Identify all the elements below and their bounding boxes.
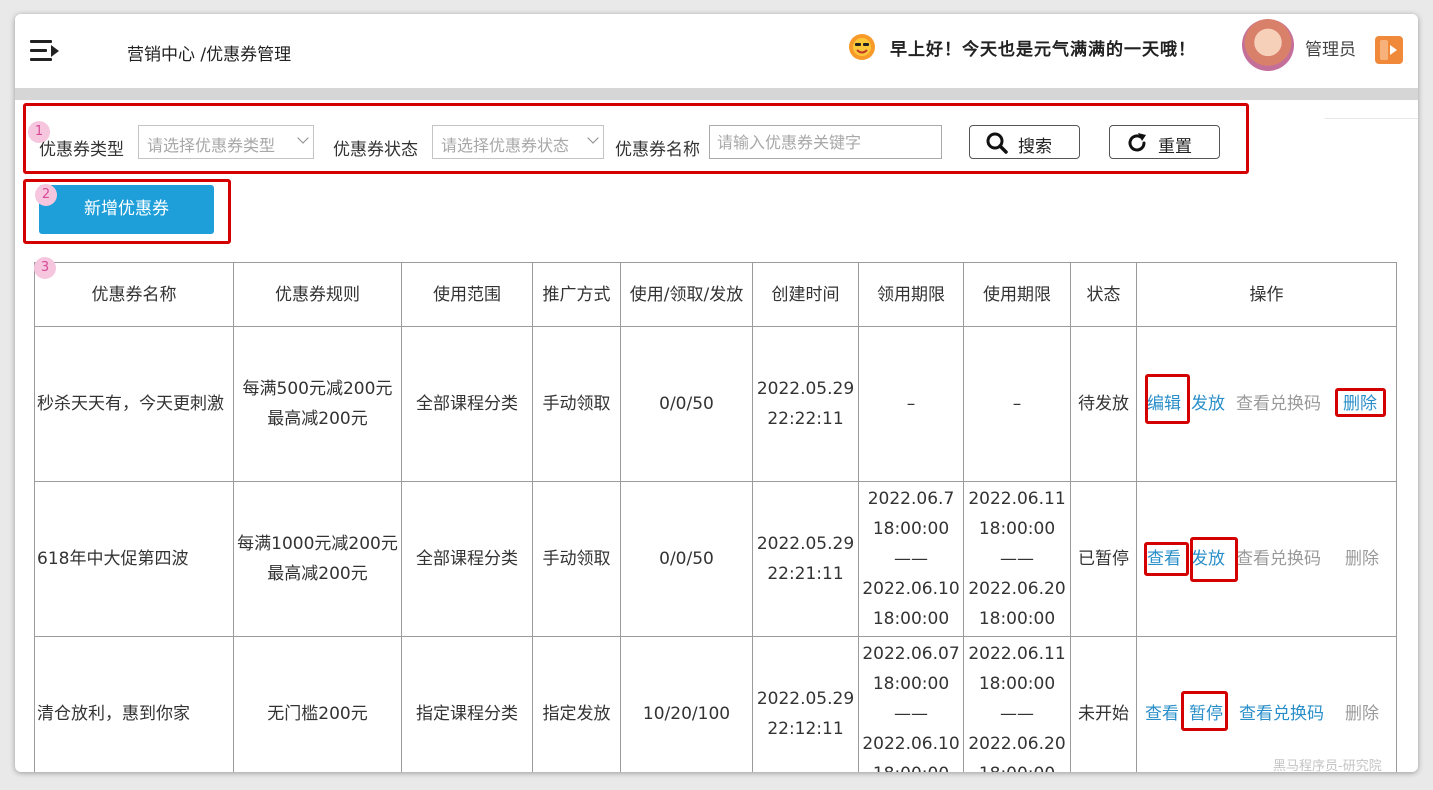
use-period-cell: 2022.06.11 18:00:00 —— 2022.06.20 18:00:… bbox=[963, 636, 1071, 772]
highlight-box-filters bbox=[23, 103, 1249, 174]
highlight-box-pause bbox=[1181, 691, 1228, 731]
watermark: 黑马程序员-研究院 bbox=[1273, 759, 1382, 774]
table-row: 秒杀天天有，今天更刺激 每满500元减200元 最高减200元 全部课程分类 手动… bbox=[34, 326, 1397, 482]
view-redeem-codes-link[interactable]: 查看兑换码 bbox=[1239, 699, 1324, 729]
coupon-rule-cell: 无门槛200元 bbox=[233, 636, 402, 772]
period-line: 18:00:00 bbox=[965, 759, 1070, 772]
delete-link[interactable]: 删除 bbox=[1345, 544, 1379, 574]
created-date: 2022.05.29 bbox=[756, 689, 855, 709]
rule-line: 每满500元减200元 bbox=[242, 379, 393, 399]
created-time: 22:21:11 bbox=[767, 564, 844, 584]
method-cell: 手动领取 bbox=[532, 481, 621, 637]
period-line: 2022.06.10 bbox=[862, 579, 960, 599]
claim-period-cell: 2022.06.7 18:00:00 —— 2022.06.10 18:00:0… bbox=[858, 481, 964, 637]
highlight-box-view bbox=[1144, 542, 1189, 576]
actions-cell: 查看 暂停 查看兑换码 删除 bbox=[1136, 636, 1397, 772]
period-line: 2022.06.20 bbox=[968, 734, 1066, 754]
created-cell: 2022.05.29 22:22:11 bbox=[752, 326, 859, 482]
created-date: 2022.05.29 bbox=[756, 379, 855, 399]
rule-line: 每满1000元减200元 bbox=[237, 534, 398, 554]
counts-cell: 10/20/100 bbox=[620, 636, 753, 772]
step-marker: 1 bbox=[28, 121, 50, 143]
issue-link[interactable]: 发放 bbox=[1191, 389, 1225, 419]
column-header: 优惠券名称 bbox=[34, 262, 234, 327]
period-line: 2022.06.20 bbox=[968, 579, 1066, 599]
period-line: 18:00:00 bbox=[978, 674, 1056, 694]
column-header: 使用期限 bbox=[963, 262, 1071, 327]
period-line: —— bbox=[1000, 704, 1034, 724]
method-cell: 指定发放 bbox=[532, 636, 621, 772]
method-cell: 手动领取 bbox=[532, 326, 621, 482]
created-cell: 2022.05.29 22:12:11 bbox=[752, 636, 859, 772]
coupon-name-cell: 清仓放利，惠到你家 bbox=[34, 636, 234, 772]
period-line: 18:00:00 bbox=[872, 609, 950, 629]
status-cell: 已暂停 bbox=[1070, 481, 1137, 637]
coupon-rule-cell: 每满1000元减200元 最高减200元 bbox=[233, 481, 402, 637]
coupon-rule-cell: 每满500元减200元 最高减200元 bbox=[233, 326, 402, 482]
column-header: 使用范围 bbox=[401, 262, 533, 327]
delete-link[interactable]: 删除 bbox=[1345, 699, 1379, 729]
breadcrumb: 营销中心 /优惠券管理 bbox=[127, 45, 292, 65]
column-header: 创建时间 bbox=[752, 262, 859, 327]
claim-period-cell: – bbox=[858, 326, 964, 482]
view-link[interactable]: 查看 bbox=[1145, 699, 1179, 729]
step-marker: 2 bbox=[35, 184, 57, 206]
counts-cell: 0/0/50 bbox=[620, 481, 753, 637]
greeting-text: 早上好！今天也是元气满满的一天哦！ bbox=[890, 40, 1196, 60]
scope-cell: 全部课程分类 bbox=[401, 326, 533, 482]
menu-toggle-icon[interactable] bbox=[30, 40, 60, 62]
scope-cell: 指定课程分类 bbox=[401, 636, 533, 772]
column-header: 操作 bbox=[1136, 262, 1397, 327]
period-line: 2022.06.7 bbox=[867, 489, 955, 509]
top-bar: 营销中心 /优惠券管理 早上好！今天也是元气满满的一天哦！ 管理员 bbox=[15, 14, 1418, 88]
status-cell: 待发放 bbox=[1070, 326, 1137, 482]
coupon-name-cell: 秒杀天天有，今天更刺激 bbox=[34, 326, 234, 482]
avatar[interactable] bbox=[1242, 19, 1294, 71]
period-line: 18:00:00 bbox=[860, 759, 963, 772]
period-line: —— bbox=[894, 549, 928, 569]
period-line: 18:00:00 bbox=[978, 609, 1056, 629]
coupon-name-cell: 618年中大促第四波 bbox=[34, 481, 234, 637]
view-redeem-codes-link[interactable]: 查看兑换码 bbox=[1236, 389, 1321, 419]
table-header-row: 优惠券名称 优惠券规则 使用范围 推广方式 使用/领取/发放 创建时间 领用期限… bbox=[34, 262, 1397, 327]
column-header: 领用期限 bbox=[858, 262, 964, 327]
sun-emoji-icon bbox=[849, 34, 875, 60]
rule-line: 无门槛200元 bbox=[267, 704, 368, 724]
view-redeem-codes-link[interactable]: 查看兑换码 bbox=[1236, 544, 1321, 574]
period-line: —— bbox=[1000, 549, 1034, 569]
status-cell: 未开始 bbox=[1070, 636, 1137, 772]
created-date: 2022.05.29 bbox=[756, 534, 855, 554]
claim-period-cell: 2022.06.07 18:00:00 —— 2022.06.10 18:00:… bbox=[858, 636, 964, 772]
highlight-box-issue bbox=[1190, 537, 1238, 582]
period-line: 18:00:00 bbox=[872, 674, 950, 694]
rule-line: 最高减200元 bbox=[267, 564, 368, 584]
highlight-box-delete bbox=[1335, 388, 1386, 417]
period-line: 2022.06.11 bbox=[968, 489, 1066, 509]
column-header: 优惠券规则 bbox=[233, 262, 402, 327]
period-line: 18:00:00 bbox=[978, 519, 1056, 539]
column-header: 状态 bbox=[1070, 262, 1137, 327]
header-divider bbox=[15, 88, 1418, 100]
rule-line: 最高减200元 bbox=[267, 409, 368, 429]
created-time: 22:12:11 bbox=[767, 719, 844, 739]
username-label[interactable]: 管理员 bbox=[1305, 35, 1356, 60]
logout-icon[interactable] bbox=[1375, 36, 1403, 64]
period-line: 2022.06.10 bbox=[862, 734, 960, 754]
app-window: 营销中心 /优惠券管理 早上好！今天也是元气满满的一天哦！ 管理员 优惠券类型 … bbox=[15, 14, 1418, 772]
use-period-cell: – bbox=[963, 326, 1071, 482]
created-cell: 2022.05.29 22:21:11 bbox=[752, 481, 859, 637]
period-line: 2022.06.07 bbox=[862, 644, 960, 664]
period-line: 2022.06.11 bbox=[968, 644, 1066, 664]
column-header: 使用/领取/发放 bbox=[620, 262, 753, 327]
highlight-box-edit bbox=[1145, 374, 1190, 424]
column-header: 推广方式 bbox=[532, 262, 621, 327]
scope-cell: 全部课程分类 bbox=[401, 481, 533, 637]
divider-line bbox=[1325, 118, 1418, 119]
period-line: 18:00:00 bbox=[872, 519, 950, 539]
created-time: 22:22:11 bbox=[767, 409, 844, 429]
use-period-cell: 2022.06.11 18:00:00 —— 2022.06.20 18:00:… bbox=[963, 481, 1071, 637]
counts-cell: 0/0/50 bbox=[620, 326, 753, 482]
step-marker: 3 bbox=[34, 257, 56, 279]
period-line: —— bbox=[894, 704, 928, 724]
